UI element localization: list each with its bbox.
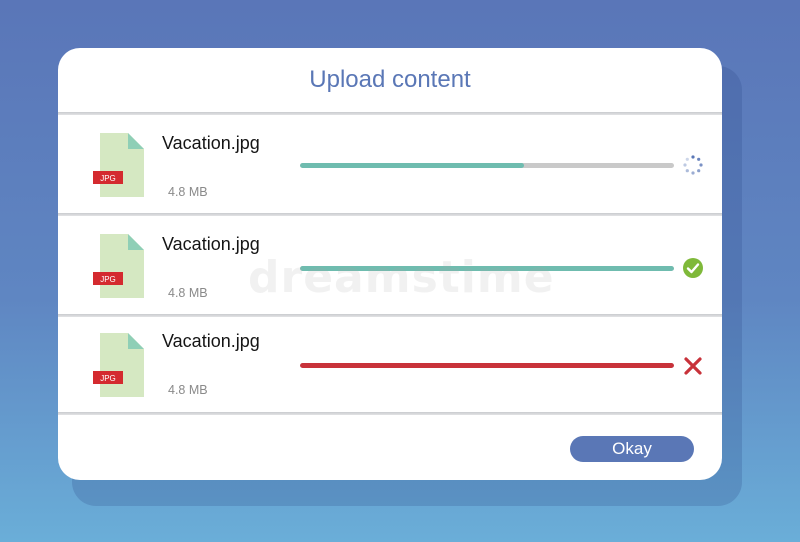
spinner-icon: [683, 155, 703, 175]
dialog-title: Upload content: [309, 66, 471, 93]
file-icon: JPG: [93, 234, 144, 298]
jpg-badge-label: JPG: [100, 374, 116, 383]
jpg-badge-label: JPG: [100, 174, 116, 183]
upload-row: JPG Vacation.jpg 4.8 MB: [58, 216, 722, 312]
progress-fill: [300, 363, 674, 368]
close-icon[interactable]: [682, 355, 704, 377]
upload-row: JPG Vacation.jpg 4.8 MB: [58, 115, 722, 211]
file-size: 4.8 MB: [168, 383, 208, 397]
file-name: Vacation.jpg: [162, 331, 260, 351]
progress-fill: [300, 163, 525, 168]
file-name: Vacation.jpg: [162, 133, 260, 153]
jpg-badge-label: JPG: [100, 275, 116, 284]
file-size: 4.8 MB: [168, 185, 208, 199]
progress-fill: [300, 266, 674, 271]
progress-track: [300, 266, 674, 271]
file-icon: JPG: [93, 333, 144, 397]
upload-dialog: Upload content JPG Vacation.jpg 4.8 MB J…: [58, 48, 722, 480]
okay-button[interactable]: Okay: [570, 436, 694, 462]
file-icon: JPG: [93, 133, 144, 197]
upload-row: JPG Vacation.jpg 4.8 MB: [58, 317, 722, 413]
divider: [58, 412, 722, 415]
progress-track: [300, 163, 674, 168]
file-size: 4.8 MB: [168, 286, 208, 300]
progress-track: [300, 363, 674, 368]
check-circle-icon: [683, 258, 703, 278]
file-name: Vacation.jpg: [162, 234, 260, 254]
